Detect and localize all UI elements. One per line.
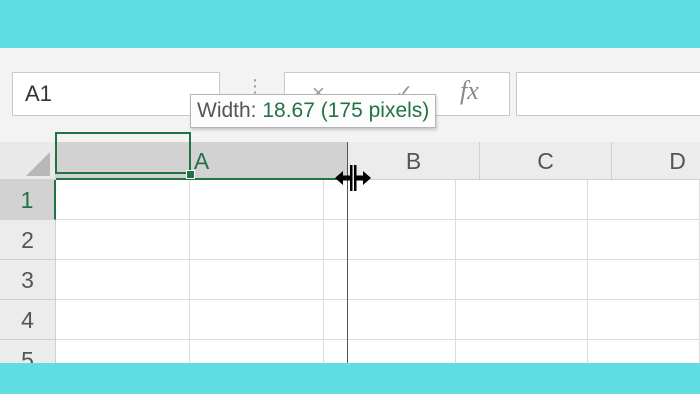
cell[interactable] — [56, 180, 190, 220]
cell[interactable] — [190, 180, 324, 220]
tooltip-label: Width: — [197, 99, 263, 122]
tooltip-value: 18.67 (175 pixels) — [262, 99, 430, 122]
cell[interactable] — [588, 260, 700, 300]
spreadsheet-window: A1 ⋮ × ✓ fx Width: 18.67 (175 pixels) A … — [0, 48, 700, 363]
row-header-5[interactable]: 5 — [0, 340, 56, 363]
cell[interactable] — [588, 340, 700, 363]
row-header-3[interactable]: 3 — [0, 260, 56, 300]
select-all-triangle-icon — [26, 152, 50, 176]
insert-function-icon[interactable]: fx — [460, 76, 479, 106]
fill-handle[interactable] — [186, 170, 195, 179]
row-header-1[interactable]: 1 — [0, 180, 56, 220]
cell[interactable] — [190, 340, 324, 363]
cell[interactable] — [324, 260, 456, 300]
name-box[interactable]: A1 — [12, 72, 220, 116]
select-all-button[interactable] — [0, 142, 56, 180]
cell[interactable] — [190, 300, 324, 340]
cell[interactable] — [56, 300, 190, 340]
cell[interactable] — [56, 220, 190, 260]
cell[interactable] — [324, 340, 456, 363]
cell[interactable] — [456, 300, 588, 340]
column-header-d[interactable]: D — [612, 142, 700, 180]
cell[interactable] — [588, 300, 700, 340]
cell[interactable] — [324, 300, 456, 340]
column-resize-cursor-icon — [335, 165, 371, 191]
cell[interactable] — [456, 180, 588, 220]
cell[interactable] — [324, 220, 456, 260]
cell[interactable] — [456, 340, 588, 363]
row-header-2[interactable]: 2 — [0, 220, 56, 260]
column-width-tooltip: Width: 18.67 (175 pixels) — [190, 94, 437, 128]
cell[interactable] — [588, 180, 700, 220]
active-cell-a1[interactable] — [55, 132, 191, 174]
cell[interactable] — [588, 220, 700, 260]
formula-input[interactable] — [516, 72, 700, 116]
cell[interactable] — [56, 340, 190, 363]
row-header-4[interactable]: 4 — [0, 300, 56, 340]
cell[interactable] — [190, 260, 324, 300]
cell[interactable] — [456, 220, 588, 260]
cell[interactable] — [456, 260, 588, 300]
cell[interactable] — [190, 220, 324, 260]
column-header-c[interactable]: C — [480, 142, 612, 180]
cell[interactable] — [56, 260, 190, 300]
